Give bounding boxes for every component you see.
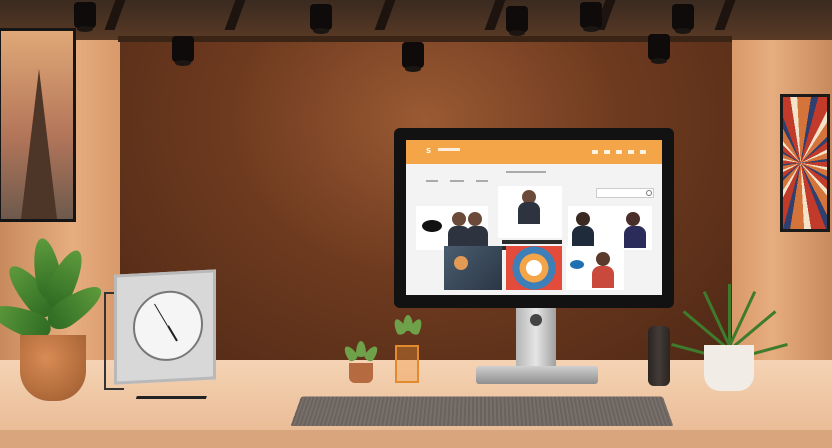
orange-vase — [395, 345, 419, 383]
search-input — [596, 188, 654, 198]
speech-bubble-icon — [570, 260, 584, 269]
desk-mat — [290, 396, 674, 427]
abstract-painting — [780, 94, 830, 232]
apple-logo-icon — [530, 314, 542, 326]
spotlight-icon — [74, 2, 96, 32]
person-figure — [592, 266, 614, 288]
monitor-screen: S — [406, 140, 662, 295]
wall-trim — [118, 36, 732, 42]
clock-minute-hand — [154, 303, 168, 327]
monitor-base — [476, 366, 598, 384]
person-figure — [466, 226, 488, 248]
header-nav-item — [616, 150, 622, 154]
header-nav-item — [604, 150, 610, 154]
person-figure — [576, 212, 590, 226]
search-icon — [646, 190, 652, 196]
nav-link — [426, 180, 438, 182]
desktop-monitor: S — [394, 128, 674, 308]
person-figure — [518, 202, 540, 224]
nav-link — [450, 180, 464, 182]
spotlight-icon — [172, 36, 194, 66]
header-nav-item — [592, 150, 598, 154]
content-tile — [444, 246, 502, 290]
paris-canvas — [1, 31, 73, 219]
nav-bar — [506, 171, 546, 173]
spotlight-icon — [506, 6, 528, 36]
ceiling-beam — [484, 0, 506, 30]
person-figure — [572, 226, 594, 248]
website-logo: S — [426, 147, 432, 155]
spotlight-icon — [310, 4, 332, 34]
office-scene: S — [0, 0, 832, 448]
clock-hour-hand — [167, 325, 178, 342]
desk-edge — [0, 430, 832, 448]
fern-leaf-icon — [728, 284, 731, 344]
clock-face — [133, 289, 203, 363]
ceiling-beam — [714, 0, 736, 30]
ceiling — [0, 0, 832, 40]
eiffel-tower-icon — [21, 69, 57, 219]
logo-wordmark — [438, 148, 460, 151]
person-figure — [624, 226, 646, 248]
clock-stand — [135, 376, 215, 399]
content-card — [568, 206, 652, 250]
small-pot — [349, 363, 373, 383]
white-pot — [704, 345, 754, 391]
spotlight-icon — [672, 4, 694, 34]
header-nav-item — [628, 150, 634, 154]
spotlight-icon — [402, 42, 424, 72]
website-header: S — [406, 140, 662, 164]
content-tile — [506, 246, 562, 290]
wall-clock — [114, 269, 216, 385]
content-tile — [566, 246, 624, 290]
abstract-canvas — [783, 97, 827, 229]
person-figure — [596, 252, 610, 266]
speaker — [648, 326, 670, 386]
header-nav-item — [640, 150, 646, 154]
ceiling-beam — [224, 0, 246, 30]
hero-banner — [498, 186, 562, 238]
person-figure — [626, 212, 640, 226]
person-figure — [452, 212, 466, 226]
person-figure — [454, 256, 468, 270]
content-card — [416, 206, 488, 250]
spotlight-icon — [648, 34, 670, 64]
terracotta-pot — [20, 335, 86, 401]
nav-link — [476, 180, 488, 182]
speech-bubble-icon — [422, 220, 442, 232]
spotlight-icon — [580, 2, 602, 32]
person-figure — [468, 212, 482, 226]
ceiling-beam — [104, 0, 126, 30]
ceiling-beam — [374, 0, 396, 30]
eiffel-tower-painting — [0, 28, 76, 222]
